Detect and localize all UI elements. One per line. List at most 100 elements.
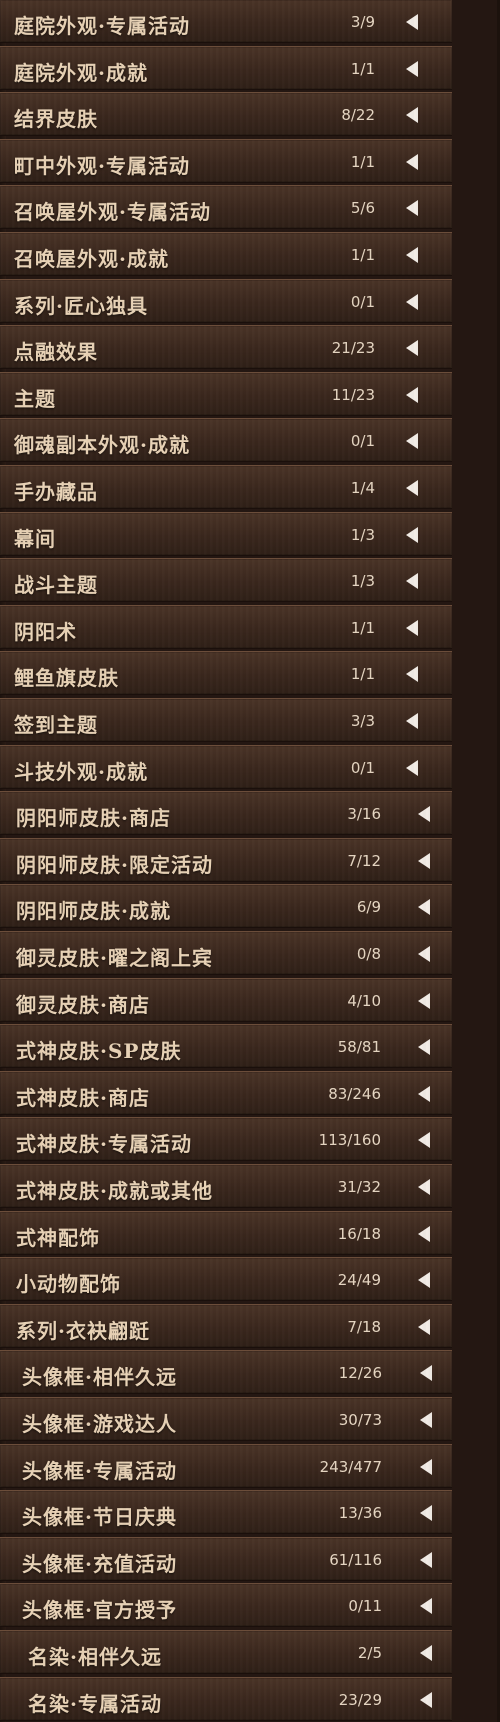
expand-arrow-icon[interactable] xyxy=(418,899,430,916)
category-row[interactable]: 阴阳师皮肤·限定活动 7/12 xyxy=(0,837,452,882)
category-row[interactable]: 小动物配饰 24/49 xyxy=(0,1257,452,1302)
category-row[interactable]: 头像框·官方授予 0/11 xyxy=(0,1583,452,1628)
expand-arrow-icon[interactable] xyxy=(418,852,430,869)
category-row[interactable]: 头像框·节日庆典 13/36 xyxy=(0,1490,452,1535)
expand-arrow-icon[interactable] xyxy=(418,1225,430,1242)
category-label: 手办藏品 xyxy=(14,480,98,504)
category-row[interactable]: 式神皮肤·SP皮肤 58/81 xyxy=(0,1024,452,1069)
category-count: 3/3 xyxy=(350,712,375,730)
category-row[interactable]: 战斗主题 1/3 xyxy=(0,558,452,603)
category-count: 7/18 xyxy=(347,1317,381,1336)
expand-arrow-icon[interactable] xyxy=(406,666,418,683)
category-row[interactable]: 御灵皮肤·商店 4/10 xyxy=(0,977,452,1022)
category-row[interactable]: 召唤屋外观·专属活动 5/6 xyxy=(0,185,452,230)
expand-arrow-icon[interactable] xyxy=(418,806,430,823)
category-count: 11/23 xyxy=(331,385,375,404)
expand-arrow-icon[interactable] xyxy=(418,1039,430,1056)
category-label: 阴阳师皮肤·成就 xyxy=(16,899,171,924)
expand-arrow-icon[interactable] xyxy=(420,1412,432,1428)
expand-arrow-icon[interactable] xyxy=(418,1085,430,1102)
expand-arrow-icon[interactable] xyxy=(406,713,418,729)
category-label: 幕间 xyxy=(14,526,56,551)
category-row[interactable]: 头像框·相伴久远 12/26 xyxy=(0,1350,452,1395)
expand-arrow-icon[interactable] xyxy=(418,1318,430,1335)
category-row[interactable]: 幕间 1/3 xyxy=(0,511,452,556)
expand-arrow-icon[interactable] xyxy=(418,946,430,962)
category-row[interactable]: 町中外观·专属活动 1/1 xyxy=(0,138,452,183)
category-row[interactable]: 系列·匠心独具 0/1 xyxy=(0,278,452,323)
expand-arrow-icon[interactable] xyxy=(406,60,418,77)
category-count: 31/32 xyxy=(337,1178,381,1196)
category-row[interactable]: 阴阳师皮肤·商店 3/16 xyxy=(0,791,452,836)
category-label: 阴阳师皮肤·限定活动 xyxy=(16,852,213,877)
expand-arrow-icon[interactable] xyxy=(420,1365,432,1382)
expand-arrow-icon[interactable] xyxy=(406,759,418,776)
category-label: 阴阳术 xyxy=(14,619,77,644)
category-label: 主题 xyxy=(14,386,56,411)
expand-arrow-icon[interactable] xyxy=(420,1598,432,1615)
category-row[interactable]: 式神皮肤·商店 83/246 xyxy=(0,1070,452,1115)
category-row[interactable]: 名染·相伴久远 2/5 xyxy=(0,1630,452,1674)
category-row[interactable]: 式神皮肤·成就或其他 31/32 xyxy=(0,1164,452,1208)
category-count: 5/6 xyxy=(350,199,375,218)
expand-arrow-icon[interactable] xyxy=(406,526,418,543)
category-row[interactable]: 主题 11/23 xyxy=(0,371,452,416)
category-row[interactable]: 点融效果 21/23 xyxy=(0,325,452,370)
expand-arrow-icon[interactable] xyxy=(406,200,418,217)
expand-arrow-icon[interactable] xyxy=(418,1132,430,1149)
expand-arrow-icon[interactable] xyxy=(406,247,418,263)
category-row[interactable]: 御魂副本外观·成就 0/1 xyxy=(0,418,452,463)
category-count: 7/12 xyxy=(347,851,381,870)
expand-arrow-icon[interactable] xyxy=(420,1505,432,1522)
category-count: 61/116 xyxy=(329,1550,382,1569)
category-label: 签到主题 xyxy=(14,713,98,737)
expand-arrow-icon[interactable] xyxy=(406,619,418,636)
category-label: 御魂副本外观·成就 xyxy=(14,433,190,458)
category-row[interactable]: 庭院外观·专属活动 3/9 xyxy=(0,0,452,43)
category-row[interactable]: 御灵皮肤·曜之阁上宾 0/8 xyxy=(0,931,452,975)
category-row[interactable]: 鲤鱼旗皮肤 1/1 xyxy=(0,651,452,696)
category-row[interactable]: 头像框·充值活动 61/116 xyxy=(0,1536,452,1581)
category-label: 鲤鱼旗皮肤 xyxy=(14,666,119,691)
category-row[interactable]: 名染·专属活动 23/29 xyxy=(0,1676,452,1721)
category-row[interactable]: 头像框·游戏达人 30/73 xyxy=(0,1397,452,1441)
expand-arrow-icon[interactable] xyxy=(406,153,418,170)
category-row[interactable]: 手办藏品 1/4 xyxy=(0,465,452,509)
expand-arrow-icon[interactable] xyxy=(418,1179,430,1195)
category-row[interactable]: 斗技外观·成就 0/1 xyxy=(0,744,452,789)
category-row[interactable]: 式神配饰 16/18 xyxy=(0,1210,452,1255)
category-row[interactable]: 阴阳术 1/1 xyxy=(0,604,452,649)
category-count: 1/1 xyxy=(350,665,375,684)
expand-arrow-icon[interactable] xyxy=(406,480,418,496)
expand-arrow-icon[interactable] xyxy=(406,386,418,403)
expand-arrow-icon[interactable] xyxy=(420,1691,432,1708)
category-count: 83/246 xyxy=(328,1084,381,1103)
category-row[interactable]: 阴阳师皮肤·成就 6/9 xyxy=(0,884,452,929)
category-count: 58/81 xyxy=(337,1038,381,1057)
category-label: 头像框·充值活动 xyxy=(22,1551,177,1576)
expand-arrow-icon[interactable] xyxy=(418,1272,430,1289)
category-row[interactable]: 式神皮肤·专属活动 113/160 xyxy=(0,1117,452,1162)
category-row[interactable]: 庭院外观·成就 1/1 xyxy=(0,45,452,90)
expand-arrow-icon[interactable] xyxy=(420,1458,432,1475)
category-row[interactable]: 系列·衣袂翩跹 7/18 xyxy=(0,1303,452,1348)
category-count: 13/36 xyxy=(338,1504,382,1523)
category-count: 24/49 xyxy=(337,1271,381,1290)
expand-arrow-icon[interactable] xyxy=(418,992,430,1009)
expand-arrow-icon[interactable] xyxy=(406,14,418,30)
category-row[interactable]: 签到主题 3/3 xyxy=(0,698,452,742)
expand-arrow-icon[interactable] xyxy=(420,1551,432,1568)
expand-arrow-icon[interactable] xyxy=(406,433,418,450)
category-row[interactable]: 结界皮肤 8/22 xyxy=(0,92,452,137)
expand-arrow-icon[interactable] xyxy=(406,573,418,590)
expand-arrow-icon[interactable] xyxy=(406,107,418,124)
category-label: 名染·相伴久远 xyxy=(28,1645,162,1669)
category-label: 庭院外观·成就 xyxy=(14,60,148,85)
expand-arrow-icon[interactable] xyxy=(406,293,418,310)
expand-arrow-icon[interactable] xyxy=(420,1645,432,1661)
category-count: 30/73 xyxy=(338,1411,382,1429)
category-row[interactable]: 头像框·专属活动 243/477 xyxy=(0,1443,452,1488)
category-count: 0/11 xyxy=(348,1597,382,1616)
expand-arrow-icon[interactable] xyxy=(406,340,418,357)
category-row[interactable]: 召唤屋外观·成就 1/1 xyxy=(0,232,452,276)
